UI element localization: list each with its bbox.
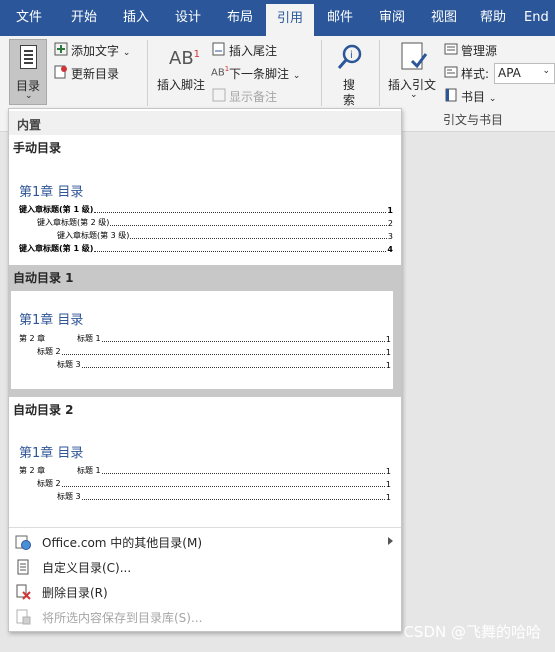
update-toc-button[interactable]: 更新目录: [71, 65, 119, 82]
chevron-down-icon: ⌄: [542, 66, 550, 76]
search-icon: i: [337, 44, 362, 69]
gallery-item-auto-toc-2[interactable]: 自动目录 2 第1章 目录 第 2 章标题 11 标题 21 标题 31: [9, 397, 401, 527]
toc-dropdown-panel: 内置 手动目录 第1章 目录 键入章标题(第 1 级) 1 键入章标题(第 2 级…: [8, 108, 402, 632]
next-footnote-icon: AB1: [211, 65, 230, 79]
style-value: APA: [498, 66, 521, 80]
manage-sources-button[interactable]: 管理源: [461, 42, 497, 59]
update-toc-icon: [54, 65, 67, 79]
gallery-item-manual-toc[interactable]: 手动目录 第1章 目录 键入章标题(第 1 级) 1 键入章标题(第 2 级) 2 …: [9, 135, 401, 265]
add-text-icon: [54, 42, 68, 56]
toc-line: 第 2 章标题 11: [19, 334, 391, 344]
tab-help[interactable]: 帮助: [470, 0, 516, 36]
remove-toc-menu-item[interactable]: 删除目录(R): [9, 580, 401, 604]
next-footnote-label: 下一条脚注: [229, 67, 290, 81]
ribbon-separator: [147, 40, 148, 106]
tab-insert[interactable]: 插入: [110, 0, 162, 36]
tab-endnote[interactable]: End: [524, 0, 555, 36]
insert-endnote-icon: [212, 42, 225, 56]
auto-toc-2-title: 自动目录 2: [13, 403, 74, 417]
save-to-gallery-icon: [16, 609, 31, 625]
style-icon: [444, 66, 458, 78]
style-label: 样式:: [461, 67, 490, 81]
tab-file[interactable]: 文件: [0, 0, 58, 36]
group-label-citations: 引文与书目: [443, 113, 504, 127]
bibliography-label: 书目: [461, 90, 486, 104]
manual-toc-title: 手动目录: [13, 141, 62, 155]
tab-mailings[interactable]: 邮件: [314, 0, 366, 36]
toc-line: 标题 21: [37, 479, 391, 489]
style-select[interactable]: APA ⌄: [494, 63, 555, 84]
ribbon-tab-bar: 文件 开始 插入 设计 布局 引用 邮件 审阅 视图 帮助 End: [0, 0, 555, 36]
bibliography-button[interactable]: 书目 ⌄: [461, 88, 496, 105]
chevron-right-icon: [388, 537, 393, 545]
auto-toc-1-title: 自动目录 1: [13, 271, 74, 285]
more-toc-menu-item[interactable]: Office.com 中的其他目录(M): [9, 530, 401, 554]
more-toc-label: Office.com 中的其他目录(M): [42, 536, 203, 550]
add-text-button[interactable]: 添加文字 ⌄: [71, 42, 130, 59]
toc-line: 键入章标题(第 3 级) 3: [57, 231, 393, 241]
office-globe-icon: [15, 535, 31, 550]
auto-toc-1-preview: 第1章 目录 第 2 章标题 11 标题 21 标题 31: [11, 291, 393, 389]
tab-review[interactable]: 审阅: [366, 0, 418, 36]
next-footnote-button[interactable]: 下一条脚注 ⌄: [229, 65, 300, 82]
chevron-down-icon: ⌄: [25, 91, 33, 101]
chevron-down-icon: ⌄: [410, 90, 418, 100]
save-selection-menu-item[interactable]: 将所选内容保存到目录库(S)...: [9, 605, 401, 629]
tab-references[interactable]: 引用: [266, 4, 314, 36]
manual-toc-heading: 第1章 目录: [19, 185, 84, 200]
toc-line: 标题 31: [57, 492, 391, 502]
tab-design[interactable]: 设计: [162, 0, 214, 36]
bibliography-icon: [445, 88, 457, 102]
custom-toc-icon: [17, 559, 29, 575]
insert-endnote-button[interactable]: 插入尾注: [229, 42, 277, 59]
toc-line: 键入章标题(第 1 级) 1: [19, 205, 393, 215]
svg-text:i: i: [350, 50, 353, 61]
tab-view[interactable]: 视图: [418, 0, 470, 36]
add-text-label: 添加文字: [71, 44, 120, 58]
show-notes-icon: [212, 88, 226, 102]
custom-toc-menu-item[interactable]: 自定义目录(C)...: [9, 555, 401, 579]
toc-line: 标题 31: [57, 360, 391, 370]
builtin-header: 内置: [9, 111, 401, 135]
tab-home[interactable]: 开始: [58, 0, 110, 36]
ribbon-separator: [321, 40, 322, 106]
toc-line: 键入章标题(第 2 级) 2: [37, 218, 393, 228]
auto-toc-1-heading: 第1章 目录: [19, 313, 84, 328]
auto-toc-2-heading: 第1章 目录: [19, 446, 84, 461]
show-notes-button[interactable]: 显示备注: [229, 88, 277, 105]
footnote-icon: AB1: [169, 48, 201, 69]
toc-line: 标题 21: [37, 347, 391, 357]
insert-footnote-button[interactable]: 插入脚注: [157, 76, 205, 93]
remove-toc-icon: [16, 584, 31, 600]
save-selection-label: 将所选内容保存到目录库(S)...: [42, 611, 203, 625]
toc-line: 键入章标题(第 1 级) 4: [19, 244, 393, 254]
manage-sources-icon: [444, 43, 458, 55]
watermark: CSDN @飞舞的哈哈: [403, 623, 541, 641]
toc-button[interactable]: 目录 ⌄: [9, 39, 47, 105]
search-label-2[interactable]: 索: [343, 91, 355, 108]
gallery-item-auto-toc-1[interactable]: 自动目录 1 第1章 目录 第 2 章标题 11 标题 21 标题 31: [9, 265, 401, 397]
insert-citation-icon: [401, 42, 428, 70]
ribbon-separator: [379, 40, 380, 106]
remove-toc-label: 删除目录(R): [42, 586, 108, 600]
menu-divider: [9, 527, 401, 528]
document-area: CSDN @飞舞的哈哈: [402, 132, 555, 652]
tab-layout[interactable]: 布局: [214, 0, 266, 36]
toc-icon: [20, 45, 37, 69]
custom-toc-label: 自定义目录(C)...: [42, 561, 132, 575]
toc-line: 第 2 章标题 11: [19, 466, 391, 476]
